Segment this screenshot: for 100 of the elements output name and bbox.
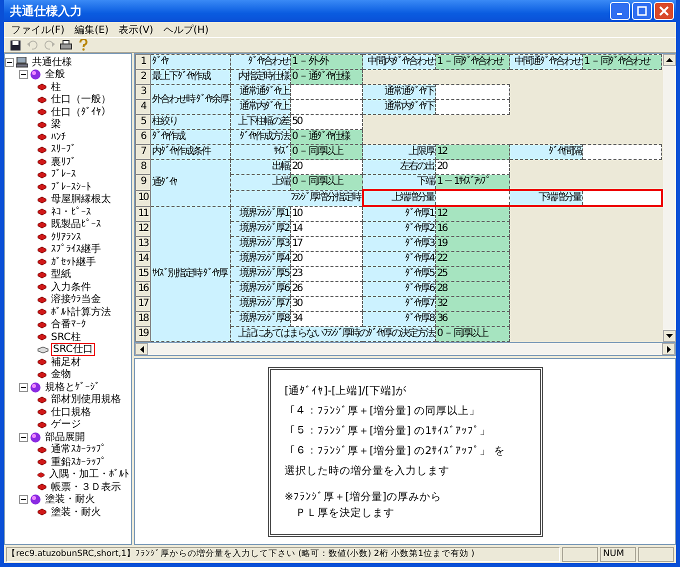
- choice-field[interactable]: 1 － 同ﾀﾞｲﾔ合わせ: [436, 54, 510, 70]
- tree-item[interactable]: 溶接ｳﾗ当金: [49, 293, 103, 306]
- input-field[interactable]: 26: [290, 282, 362, 296]
- tree-item[interactable]: ﾌﾞﾚｰｽｼｰﾄ: [49, 180, 93, 194]
- tree-item[interactable]: 規格とｹﾞｰｼﾞ: [43, 380, 102, 394]
- menu-item[interactable]: 編集(E): [70, 22, 114, 36]
- field-label: 境界ﾌﾗﾝｼﾞ厚8: [230, 312, 290, 326]
- menu-item[interactable]: 表示(V): [114, 22, 158, 36]
- tree-item[interactable]: 全般: [43, 68, 67, 82]
- tree-item[interactable]: ｽﾌﾟﾗｲｽ継手: [49, 243, 103, 256]
- choice-field[interactable]: 19: [436, 236, 510, 252]
- input-field[interactable]: 20: [290, 252, 362, 266]
- status-pane: [562, 546, 598, 562]
- input-field[interactable]: 20: [436, 160, 510, 174]
- vertical-scrollbar[interactable]: [662, 54, 676, 342]
- tree-item[interactable]: 既製品ﾋﾟｰｽ: [49, 218, 103, 232]
- choice-field[interactable]: 1 － 外-外: [290, 54, 362, 70]
- tree-item[interactable]: 部材別使用規格: [49, 393, 123, 406]
- choice-field[interactable]: 22: [436, 252, 510, 266]
- tree-item[interactable]: ｽﾘｰﾌﾞ: [49, 143, 78, 156]
- input-field[interactable]: [290, 100, 362, 114]
- choice-field[interactable]: 25: [436, 266, 510, 282]
- tree-item[interactable]: ﾌﾞﾚｰｽ: [49, 168, 78, 182]
- tree-item[interactable]: ﾈｺ・ﾋﾟｰｽ: [49, 206, 93, 219]
- tree-item[interactable]: SRC柱: [49, 330, 83, 344]
- input-field[interactable]: 20: [290, 160, 362, 174]
- tree-item[interactable]: 合番ﾏｰｸ: [49, 318, 88, 332]
- scroll-up-button[interactable]: [662, 54, 676, 66]
- collapse-toggle[interactable]: [19, 432, 28, 442]
- tree-item[interactable]: 仕口（一般）: [49, 93, 113, 106]
- tree-item[interactable]: 共通仕様: [30, 56, 74, 69]
- input-field[interactable]: 34: [290, 312, 362, 326]
- collapse-toggle[interactable]: [19, 382, 28, 392]
- tree-item[interactable]: 母屋胴縁根太: [49, 193, 113, 206]
- horizontal-scrollbar[interactable]: [134, 343, 676, 356]
- collapse-toggle[interactable]: [5, 58, 14, 67]
- choice-field[interactable]: 12: [436, 206, 510, 222]
- scroll-left-button[interactable]: [135, 343, 148, 355]
- menu-item[interactable]: ヘルプ(H): [158, 22, 214, 36]
- row-number: 8: [136, 160, 150, 174]
- tree-item[interactable]: 塗装・耐火: [43, 493, 97, 506]
- input-field[interactable]: [582, 144, 662, 160]
- field-label: ﾀﾞｲﾔ厚5: [362, 266, 436, 282]
- tree-item[interactable]: 帳票・３Ｄ表示: [49, 480, 123, 494]
- choice-field[interactable]: 0 － 同厚以上: [290, 174, 362, 190]
- collapse-toggle[interactable]: [19, 495, 28, 504]
- group-label: ｻｲｽﾞ別指定時 ﾀﾞｲﾔ厚: [150, 206, 230, 342]
- input-field[interactable]: 10: [290, 206, 362, 222]
- tree-item[interactable]: 補足材: [49, 356, 83, 369]
- tree-item[interactable]: 塗装・耐火: [49, 506, 103, 519]
- choice-field[interactable]: 36: [436, 312, 510, 326]
- tree-item[interactable]: ﾎﾞﾙﾄ計算方法: [49, 306, 113, 319]
- tree-item[interactable]: ｸﾘｱﾗﾝｽ: [49, 230, 83, 244]
- choice-field[interactable]: 28: [436, 282, 510, 296]
- input-field[interactable]: 23: [290, 266, 362, 282]
- row-number: 9: [136, 174, 150, 190]
- printer-icon[interactable]: [59, 38, 73, 52]
- maximize-button[interactable]: [632, 2, 652, 20]
- scroll-down-button[interactable]: [662, 330, 676, 342]
- tree-item[interactable]: 部品展開: [43, 430, 87, 444]
- input-field[interactable]: [582, 190, 662, 206]
- tree-item[interactable]: 重鉛ｽｶｰﾗｯﾌﾟ: [49, 456, 108, 469]
- save-icon[interactable]: [8, 38, 22, 52]
- menu-item[interactable]: ファイル(F): [6, 22, 70, 36]
- input-field[interactable]: [436, 190, 510, 206]
- tree-item[interactable]: 柱: [49, 80, 63, 94]
- choice-field[interactable]: 12: [436, 144, 510, 160]
- tree-item[interactable]: ゲージ: [49, 418, 83, 432]
- input-field[interactable]: [290, 84, 362, 100]
- tree-item[interactable]: 型紙: [49, 268, 73, 282]
- minimize-button[interactable]: [610, 2, 630, 20]
- tree-item[interactable]: 梁: [49, 118, 63, 132]
- collapse-toggle[interactable]: [19, 70, 28, 80]
- tree-item[interactable]: 金物: [49, 368, 73, 382]
- tree-item[interactable]: 裏ﾘﾌﾞ: [49, 156, 78, 169]
- tree-item[interactable]: 入力条件: [49, 280, 93, 294]
- choice-field[interactable]: 1 － 同ﾀﾞｲﾔ合わせ: [582, 54, 662, 70]
- choice-field[interactable]: 0 － 通ﾀﾞｲﾔ仕様: [290, 130, 362, 144]
- input-field[interactable]: 14: [290, 222, 362, 236]
- choice-field[interactable]: 32: [436, 296, 510, 312]
- tree-item[interactable]: 仕口規格: [49, 406, 93, 419]
- input-field[interactable]: 30: [290, 296, 362, 312]
- tree-item[interactable]: ﾊﾝﾁ: [49, 130, 68, 144]
- tree-item[interactable]: 仕口（ﾀﾞｲﾔ）: [49, 106, 113, 119]
- choice-field[interactable]: 0 － 同厚以上: [436, 326, 510, 342]
- tree-item[interactable]: SRC仕口: [51, 343, 95, 356]
- scroll-right-button[interactable]: [662, 343, 675, 355]
- choice-field[interactable]: 0 － 通ﾀﾞｲﾔ仕様: [290, 70, 362, 84]
- input-field[interactable]: [436, 100, 510, 114]
- choice-field[interactable]: 0 － 同厚以上: [290, 144, 362, 160]
- tree-item[interactable]: 入隅・加工・ﾎﾞﾙﾄ: [47, 468, 131, 482]
- input-field[interactable]: 17: [290, 236, 362, 252]
- input-field[interactable]: [436, 84, 510, 100]
- field-label: ﾀﾞｲﾔ厚6: [362, 282, 436, 296]
- field-label: ﾀﾞｲﾔ厚8: [362, 312, 436, 326]
- tree-item[interactable]: 通常ｽｶｰﾗｯﾌﾟ: [49, 443, 108, 456]
- tree-item[interactable]: ｶﾞｾｯﾄ継手: [49, 256, 98, 269]
- close-button[interactable]: [654, 2, 674, 20]
- input-field[interactable]: 50: [290, 114, 362, 130]
- choice-field[interactable]: 16: [436, 222, 510, 236]
